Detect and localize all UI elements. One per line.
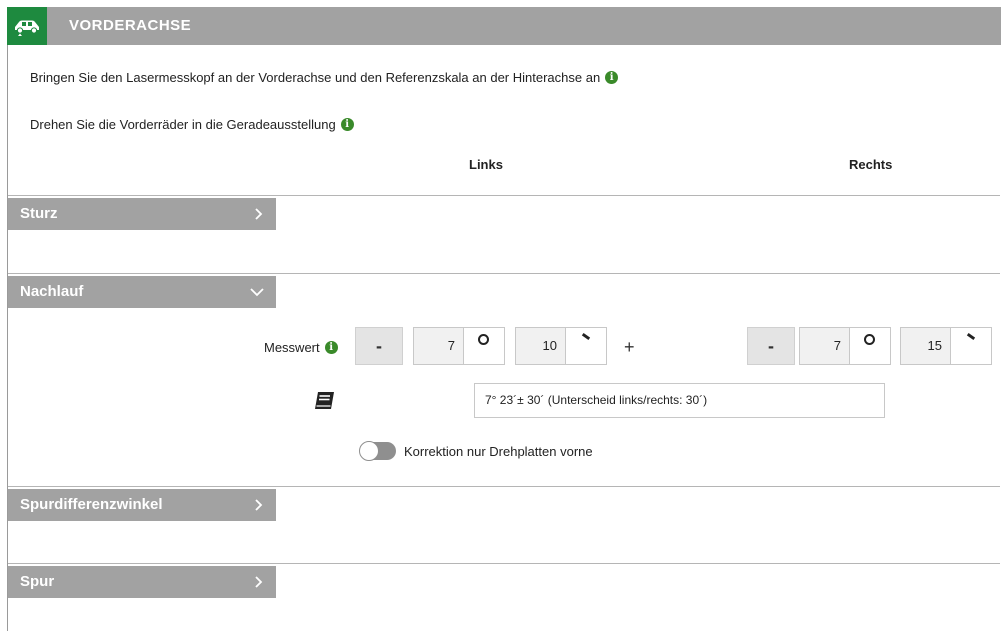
section-spurdifferenzwinkel[interactable]: Spurdifferenzwinkel xyxy=(8,489,276,521)
panel-frame xyxy=(7,7,1002,631)
info-icon[interactable]: i xyxy=(324,341,338,354)
instruction-text: Bringen Sie den Lasermesskopf an der Vor… xyxy=(30,70,601,85)
section-sturz[interactable]: Sturz xyxy=(8,198,276,230)
right-minus-button[interactable]: - xyxy=(747,327,795,365)
section-label: Spur xyxy=(20,573,55,590)
page-title: VORDERACHSE xyxy=(69,17,192,34)
minute-unit-icon xyxy=(565,328,606,364)
degree-unit-icon xyxy=(849,328,890,364)
correction-toggle[interactable] xyxy=(359,441,396,461)
book-icon[interactable] xyxy=(313,391,337,416)
minute-unit-icon xyxy=(950,328,991,364)
degree-unit-icon xyxy=(463,328,504,364)
divider xyxy=(8,563,1000,564)
section-spur[interactable]: Spur xyxy=(8,566,276,598)
section-header: VORDERACHSE xyxy=(7,7,1001,45)
divider xyxy=(8,195,1000,196)
divider xyxy=(8,273,1000,274)
instruction-text: Drehen Sie die Vorderräder in die Gerade… xyxy=(30,117,336,132)
left-minus-button[interactable]: - xyxy=(355,327,403,365)
info-icon[interactable]: i xyxy=(340,118,354,131)
divider xyxy=(8,486,1000,487)
car-lift-icon xyxy=(7,7,47,45)
section-label: Spurdifferenzwinkel xyxy=(20,496,163,513)
spec-value-field: 7° 23´± 30´ (Unterscheid links/rechts: 3… xyxy=(474,383,885,418)
info-icon[interactable]: i xyxy=(605,71,619,84)
right-degrees-value: 7 xyxy=(833,338,841,353)
section-label: Sturz xyxy=(20,205,58,222)
instruction-1: Bringen Sie den Lasermesskopf an der Vor… xyxy=(30,70,619,85)
right-minutes-field[interactable]: 15 xyxy=(900,327,992,365)
left-degrees-value: 7 xyxy=(447,338,455,353)
section-label: Nachlauf xyxy=(20,283,84,300)
section-nachlauf[interactable]: Nachlauf xyxy=(8,276,276,308)
right-degrees-field[interactable]: 7 xyxy=(799,327,891,365)
instruction-2: Drehen Sie die Vorderräder in die Gerade… xyxy=(30,117,354,132)
chevron-right-icon xyxy=(254,566,264,598)
measure-label-text: Messwert xyxy=(264,340,320,355)
left-minutes-field[interactable]: 10 xyxy=(515,327,607,365)
chevron-right-icon xyxy=(254,489,264,521)
chevron-right-icon xyxy=(254,198,264,230)
column-header-right: Rechts xyxy=(849,157,893,172)
toggle-label: Korrektion nur Drehplatten vorne xyxy=(404,444,593,459)
measure-label: Messwert i xyxy=(264,340,338,355)
right-minutes-value: 15 xyxy=(927,338,942,353)
chevron-down-icon xyxy=(250,276,264,308)
column-header-left: Links xyxy=(469,157,503,172)
toggle-knob xyxy=(359,441,379,461)
left-plus-button[interactable]: + xyxy=(624,337,635,358)
left-minutes-value: 10 xyxy=(542,338,557,353)
left-degrees-field[interactable]: 7 xyxy=(413,327,505,365)
